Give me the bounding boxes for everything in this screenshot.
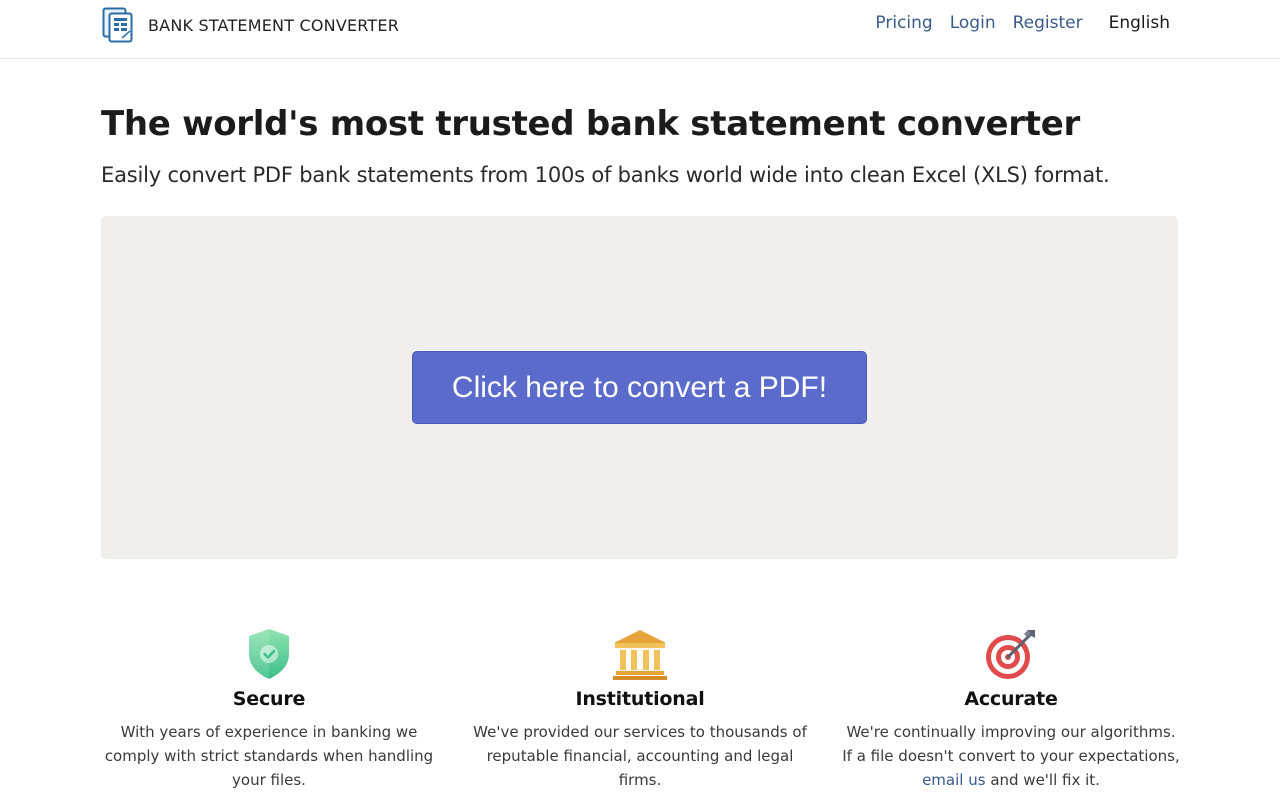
- feature-title: Accurate: [964, 688, 1058, 710]
- bank-building-icon: [613, 630, 667, 680]
- features-section: Secure With years of experience in banki…: [84, 626, 1196, 812]
- shield-check-icon: [249, 629, 289, 679]
- nav-register-link[interactable]: Register: [1013, 13, 1083, 33]
- feature-title: Institutional: [575, 688, 705, 710]
- feature-accurate: Accurate We're continually improving our…: [826, 626, 1196, 792]
- pdf-upload-dropzone[interactable]: Click here to convert a PDF!: [101, 216, 1178, 559]
- feature-text: With years of experience in banking we c…: [104, 723, 434, 789]
- feature-text-after-link: and we'll fix it.: [990, 771, 1100, 789]
- brand-logo-link[interactable]: BANK STATEMENT CONVERTER: [102, 7, 399, 43]
- top-navbar: BANK STATEMENT CONVERTER Pricing Login R…: [0, 0, 1280, 59]
- feature-text-before-link: We're continually improving our algorith…: [842, 723, 1180, 765]
- feature-text: We've provided our services to thousands…: [473, 723, 807, 789]
- brand-name: BANK STATEMENT CONVERTER: [148, 15, 400, 35]
- nav-login-link[interactable]: Login: [950, 13, 996, 33]
- email-us-link[interactable]: email us: [922, 771, 985, 789]
- feature-institutional: Institutional We've provided our service…: [455, 626, 825, 792]
- nav-pricing-link[interactable]: Pricing: [875, 13, 932, 33]
- page-title: The world's most trusted bank statement …: [101, 104, 1080, 144]
- document-table-icon: [102, 7, 133, 43]
- feature-title: Secure: [232, 688, 306, 710]
- feature-text: We're continually improving our algorith…: [826, 720, 1196, 792]
- feature-secure: Secure With years of experience in banki…: [84, 626, 454, 792]
- convert-pdf-button[interactable]: Click here to convert a PDF!: [412, 351, 867, 424]
- page-subtitle: Easily convert PDF bank statements from …: [101, 163, 1110, 187]
- main-nav: Pricing Login Register English: [858, 13, 1170, 33]
- target-arrow-icon: [986, 630, 1035, 679]
- language-selector[interactable]: English: [1109, 13, 1170, 33]
